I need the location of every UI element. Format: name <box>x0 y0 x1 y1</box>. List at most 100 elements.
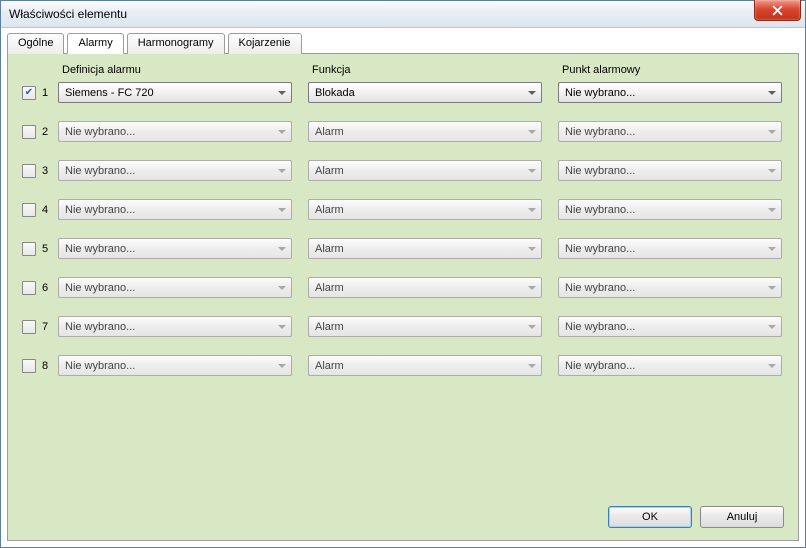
alarm-row: 3Nie wybrano...AlarmNie wybrano... <box>22 160 784 181</box>
column-headers: Definicja alarmu Funkcja Punkt alarmowy <box>22 64 784 76</box>
chevron-down-icon <box>278 325 286 329</box>
point-value: Nie wybrano... <box>565 282 635 294</box>
function-dropdown[interactable]: Alarm <box>308 160 542 181</box>
chevron-down-icon <box>528 130 536 134</box>
point-value: Nie wybrano... <box>565 204 635 216</box>
header-function: Funkcja <box>312 64 562 76</box>
definition-dropdown[interactable]: Nie wybrano... <box>58 277 292 298</box>
point-value: Nie wybrano... <box>565 165 635 177</box>
row-checkbox[interactable] <box>22 359 36 373</box>
row-checkbox[interactable] <box>22 281 36 295</box>
row-number: 8 <box>42 360 58 372</box>
function-value: Alarm <box>315 204 344 216</box>
ok-button[interactable]: OK <box>608 506 692 528</box>
definition-value: Nie wybrano... <box>65 126 135 138</box>
function-dropdown[interactable]: Alarm <box>308 277 542 298</box>
definition-dropdown[interactable]: Nie wybrano... <box>58 199 292 220</box>
chevron-down-icon <box>278 364 286 368</box>
function-dropdown[interactable]: Alarm <box>308 355 542 376</box>
tab-alarms-label: Alarmy <box>78 37 112 49</box>
tab-bar: Ogólne Alarmy Harmonogramy Kojarzenie <box>1 28 805 53</box>
cancel-button-label: Anuluj <box>727 511 758 523</box>
tab-pairing[interactable]: Kojarzenie <box>228 33 302 54</box>
definition-value: Nie wybrano... <box>65 321 135 333</box>
point-value: Nie wybrano... <box>565 321 635 333</box>
chevron-down-icon <box>768 364 776 368</box>
definition-value: Nie wybrano... <box>65 360 135 372</box>
tab-pairing-label: Kojarzenie <box>239 37 291 49</box>
definition-dropdown[interactable]: Nie wybrano... <box>58 355 292 376</box>
chevron-down-icon <box>768 91 776 95</box>
function-dropdown[interactable]: Alarm <box>308 238 542 259</box>
point-dropdown[interactable]: Nie wybrano... <box>558 238 782 259</box>
row-number: 5 <box>42 243 58 255</box>
function-dropdown[interactable]: Alarm <box>308 316 542 337</box>
alarm-row: 8 Nie wybrano... Alarm Nie wybrano... <box>22 355 784 376</box>
titlebar[interactable]: Właściwości elementu <box>1 1 805 28</box>
point-value: Nie wybrano... <box>565 243 635 255</box>
definition-dropdown[interactable]: Nie wybrano... <box>58 238 292 259</box>
close-icon <box>772 5 783 16</box>
chevron-down-icon <box>278 286 286 290</box>
chevron-down-icon <box>768 286 776 290</box>
alarm-row: 4Nie wybrano...AlarmNie wybrano... <box>22 199 784 220</box>
definition-dropdown[interactable]: Nie wybrano... <box>58 160 292 181</box>
definition-dropdown[interactable]: Nie wybrano... <box>58 121 292 142</box>
point-dropdown[interactable]: Nie wybrano... <box>558 277 782 298</box>
alarm-row: 5 Nie wybrano... Alarm Nie wybrano... <box>22 238 784 259</box>
point-dropdown[interactable]: Nie wybrano... <box>558 355 782 376</box>
chevron-down-icon <box>768 169 776 173</box>
function-value: Alarm <box>315 243 344 255</box>
row-checkbox[interactable] <box>22 125 36 139</box>
tab-schedules-label: Harmonogramy <box>138 37 214 49</box>
tab-schedules[interactable]: Harmonogramy <box>127 33 225 54</box>
cancel-button[interactable]: Anuluj <box>700 506 784 528</box>
row-number: 7 <box>42 321 58 333</box>
function-dropdown[interactable]: Alarm <box>308 199 542 220</box>
alarm-row: 2 Nie wybrano... Alarm Nie wybrano... <box>22 121 784 142</box>
definition-value: Nie wybrano... <box>65 282 135 294</box>
dialog-footer: OK Anuluj <box>22 506 784 528</box>
row-number: 4 <box>42 204 58 216</box>
point-value: Nie wybrano... <box>565 87 635 99</box>
row-number: 3 <box>42 165 58 177</box>
row-checkbox[interactable] <box>22 86 36 100</box>
function-value: Alarm <box>315 126 344 138</box>
point-value: Nie wybrano... <box>565 126 635 138</box>
chevron-down-icon <box>278 91 286 95</box>
definition-value: Nie wybrano... <box>65 243 135 255</box>
function-value: Alarm <box>315 165 344 177</box>
definition-dropdown[interactable]: Nie wybrano... <box>58 316 292 337</box>
row-checkbox[interactable] <box>22 320 36 334</box>
function-dropdown[interactable]: Alarm <box>308 121 542 142</box>
close-button[interactable] <box>754 0 801 21</box>
function-dropdown[interactable]: Blokada <box>308 82 542 103</box>
tab-general[interactable]: Ogólne <box>7 33 64 54</box>
row-checkbox[interactable] <box>22 242 36 256</box>
header-point: Punkt alarmowy <box>562 64 784 76</box>
tab-alarms[interactable]: Alarmy <box>67 33 123 54</box>
point-value: Nie wybrano... <box>565 360 635 372</box>
point-dropdown[interactable]: Nie wybrano... <box>558 160 782 181</box>
chevron-down-icon <box>278 247 286 251</box>
header-definition: Definicja alarmu <box>62 64 312 76</box>
point-dropdown[interactable]: Nie wybrano... <box>558 82 782 103</box>
chevron-down-icon <box>278 130 286 134</box>
row-number: 1 <box>42 87 58 99</box>
chevron-down-icon <box>768 208 776 212</box>
point-dropdown[interactable]: Nie wybrano... <box>558 121 782 142</box>
row-checkbox[interactable] <box>22 164 36 178</box>
chevron-down-icon <box>528 364 536 368</box>
row-checkbox[interactable] <box>22 203 36 217</box>
alarm-row: 7 Nie wybrano... Alarm Nie wybrano... <box>22 316 784 337</box>
function-value: Blokada <box>315 87 355 99</box>
row-number: 2 <box>42 126 58 138</box>
definition-dropdown[interactable]: Siemens - FC 720 <box>58 82 292 103</box>
chevron-down-icon <box>768 130 776 134</box>
alarms-panel: Definicja alarmu Funkcja Punkt alarmowy … <box>7 53 799 541</box>
function-value: Alarm <box>315 282 344 294</box>
chevron-down-icon <box>768 325 776 329</box>
alarm-row: 6Nie wybrano...AlarmNie wybrano... <box>22 277 784 298</box>
point-dropdown[interactable]: Nie wybrano... <box>558 316 782 337</box>
point-dropdown[interactable]: Nie wybrano... <box>558 199 782 220</box>
